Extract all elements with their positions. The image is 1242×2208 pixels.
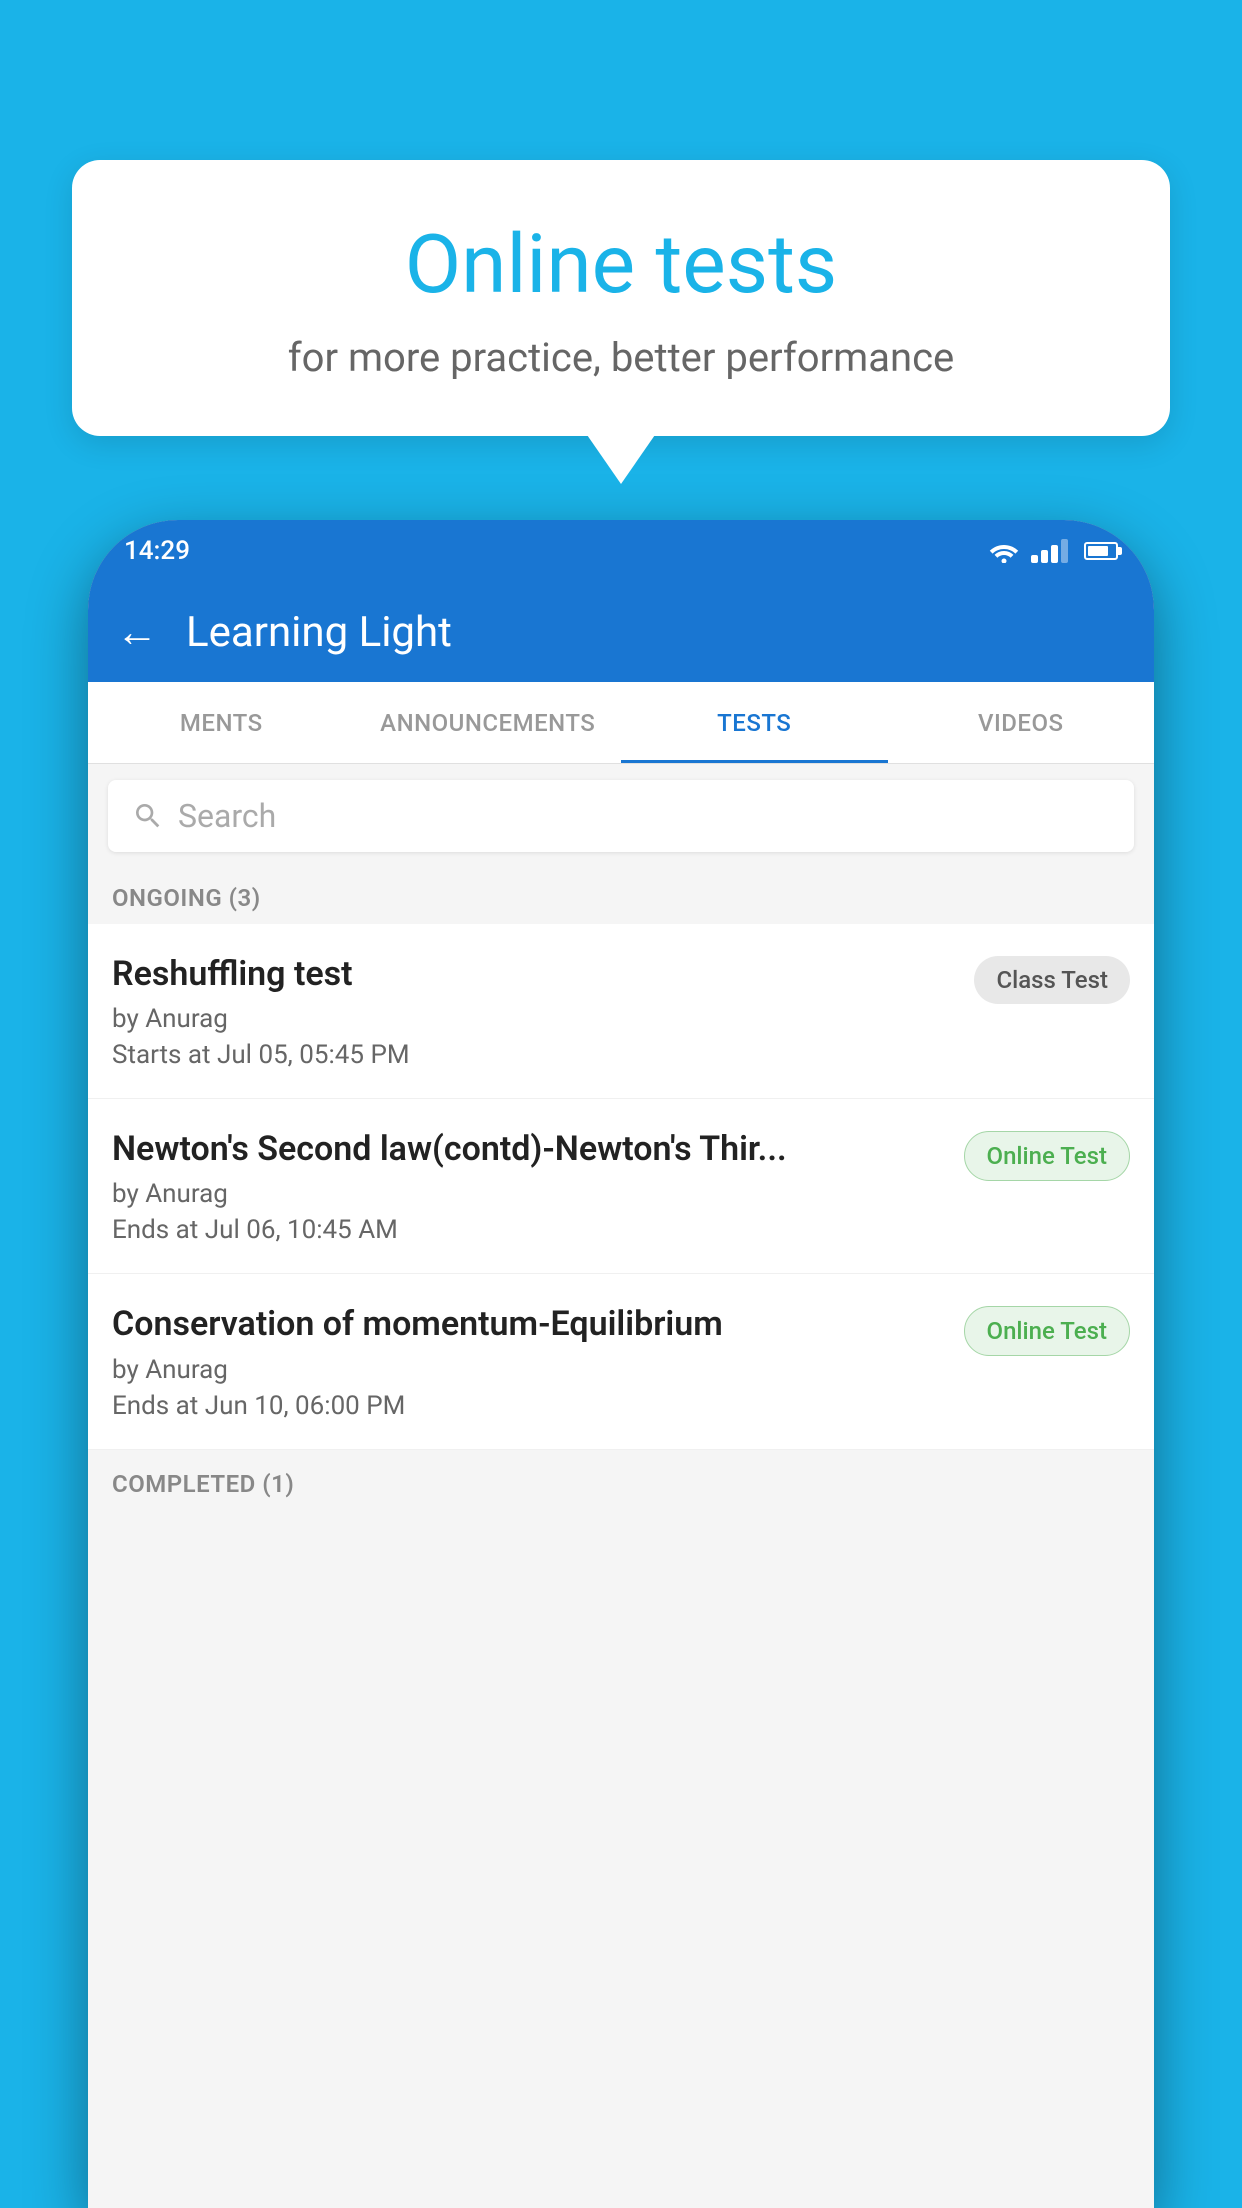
app-bar-title: Learning Light bbox=[186, 608, 452, 657]
signal-icon bbox=[1031, 539, 1068, 563]
phone-frame: 14:29 bbox=[88, 520, 1154, 2208]
test-item-content: Conservation of momentum-Equilibrium by … bbox=[112, 1302, 948, 1420]
test-item[interactable]: Reshuffling test by Anurag Starts at Jul… bbox=[88, 924, 1154, 1099]
search-bar[interactable]: Search bbox=[108, 780, 1134, 852]
wifi-icon bbox=[989, 539, 1019, 563]
test-badge-class: Class Test bbox=[974, 956, 1130, 1004]
app-bar: ← Learning Light bbox=[88, 582, 1154, 682]
search-icon bbox=[132, 800, 164, 832]
test-item-author: by Anurag bbox=[112, 1355, 948, 1385]
phone-screen: Search ONGOING (3) Reshuffling test by A… bbox=[88, 764, 1154, 2208]
tabs-bar: MENTS ANNOUNCEMENTS TESTS VIDEOS bbox=[88, 682, 1154, 764]
test-item-author: by Anurag bbox=[112, 1004, 958, 1034]
tab-ments[interactable]: MENTS bbox=[88, 682, 355, 763]
bubble-subtitle: for more practice, better performance bbox=[122, 334, 1120, 381]
test-badge-online: Online Test bbox=[964, 1306, 1130, 1356]
back-button[interactable]: ← bbox=[116, 608, 158, 657]
bubble-title: Online tests bbox=[122, 220, 1120, 310]
status-time: 14:29 bbox=[124, 536, 190, 566]
battery-icon bbox=[1084, 542, 1118, 560]
test-list: Reshuffling test by Anurag Starts at Jul… bbox=[88, 924, 1154, 1450]
test-item[interactable]: Newton's Second law(contd)-Newton's Thir… bbox=[88, 1099, 1154, 1274]
test-item-title: Reshuffling test bbox=[112, 952, 958, 996]
ongoing-section-header: ONGOING (3) bbox=[88, 868, 1154, 924]
test-item-content: Newton's Second law(contd)-Newton's Thir… bbox=[112, 1127, 948, 1245]
test-item-content: Reshuffling test by Anurag Starts at Jul… bbox=[112, 952, 958, 1070]
test-item-time: Starts at Jul 05, 05:45 PM bbox=[112, 1040, 958, 1070]
test-item-title: Conservation of momentum-Equilibrium bbox=[112, 1302, 948, 1346]
speech-bubble: Online tests for more practice, better p… bbox=[72, 160, 1170, 436]
test-item-title: Newton's Second law(contd)-Newton's Thir… bbox=[112, 1127, 948, 1171]
test-item-time: Ends at Jul 06, 10:45 AM bbox=[112, 1215, 948, 1245]
search-placeholder: Search bbox=[178, 797, 276, 835]
test-badge-online: Online Test bbox=[964, 1131, 1130, 1181]
status-icons bbox=[989, 539, 1118, 563]
phone-inner: 14:29 bbox=[88, 520, 1154, 2208]
test-item-time: Ends at Jun 10, 06:00 PM bbox=[112, 1391, 948, 1421]
completed-section-header: COMPLETED (1) bbox=[88, 1450, 1154, 1510]
status-bar: 14:29 bbox=[88, 520, 1154, 582]
tab-tests[interactable]: TESTS bbox=[621, 682, 888, 763]
tab-videos[interactable]: VIDEOS bbox=[888, 682, 1155, 763]
test-item[interactable]: Conservation of momentum-Equilibrium by … bbox=[88, 1274, 1154, 1449]
test-item-author: by Anurag bbox=[112, 1179, 948, 1209]
tab-announcements[interactable]: ANNOUNCEMENTS bbox=[355, 682, 622, 763]
